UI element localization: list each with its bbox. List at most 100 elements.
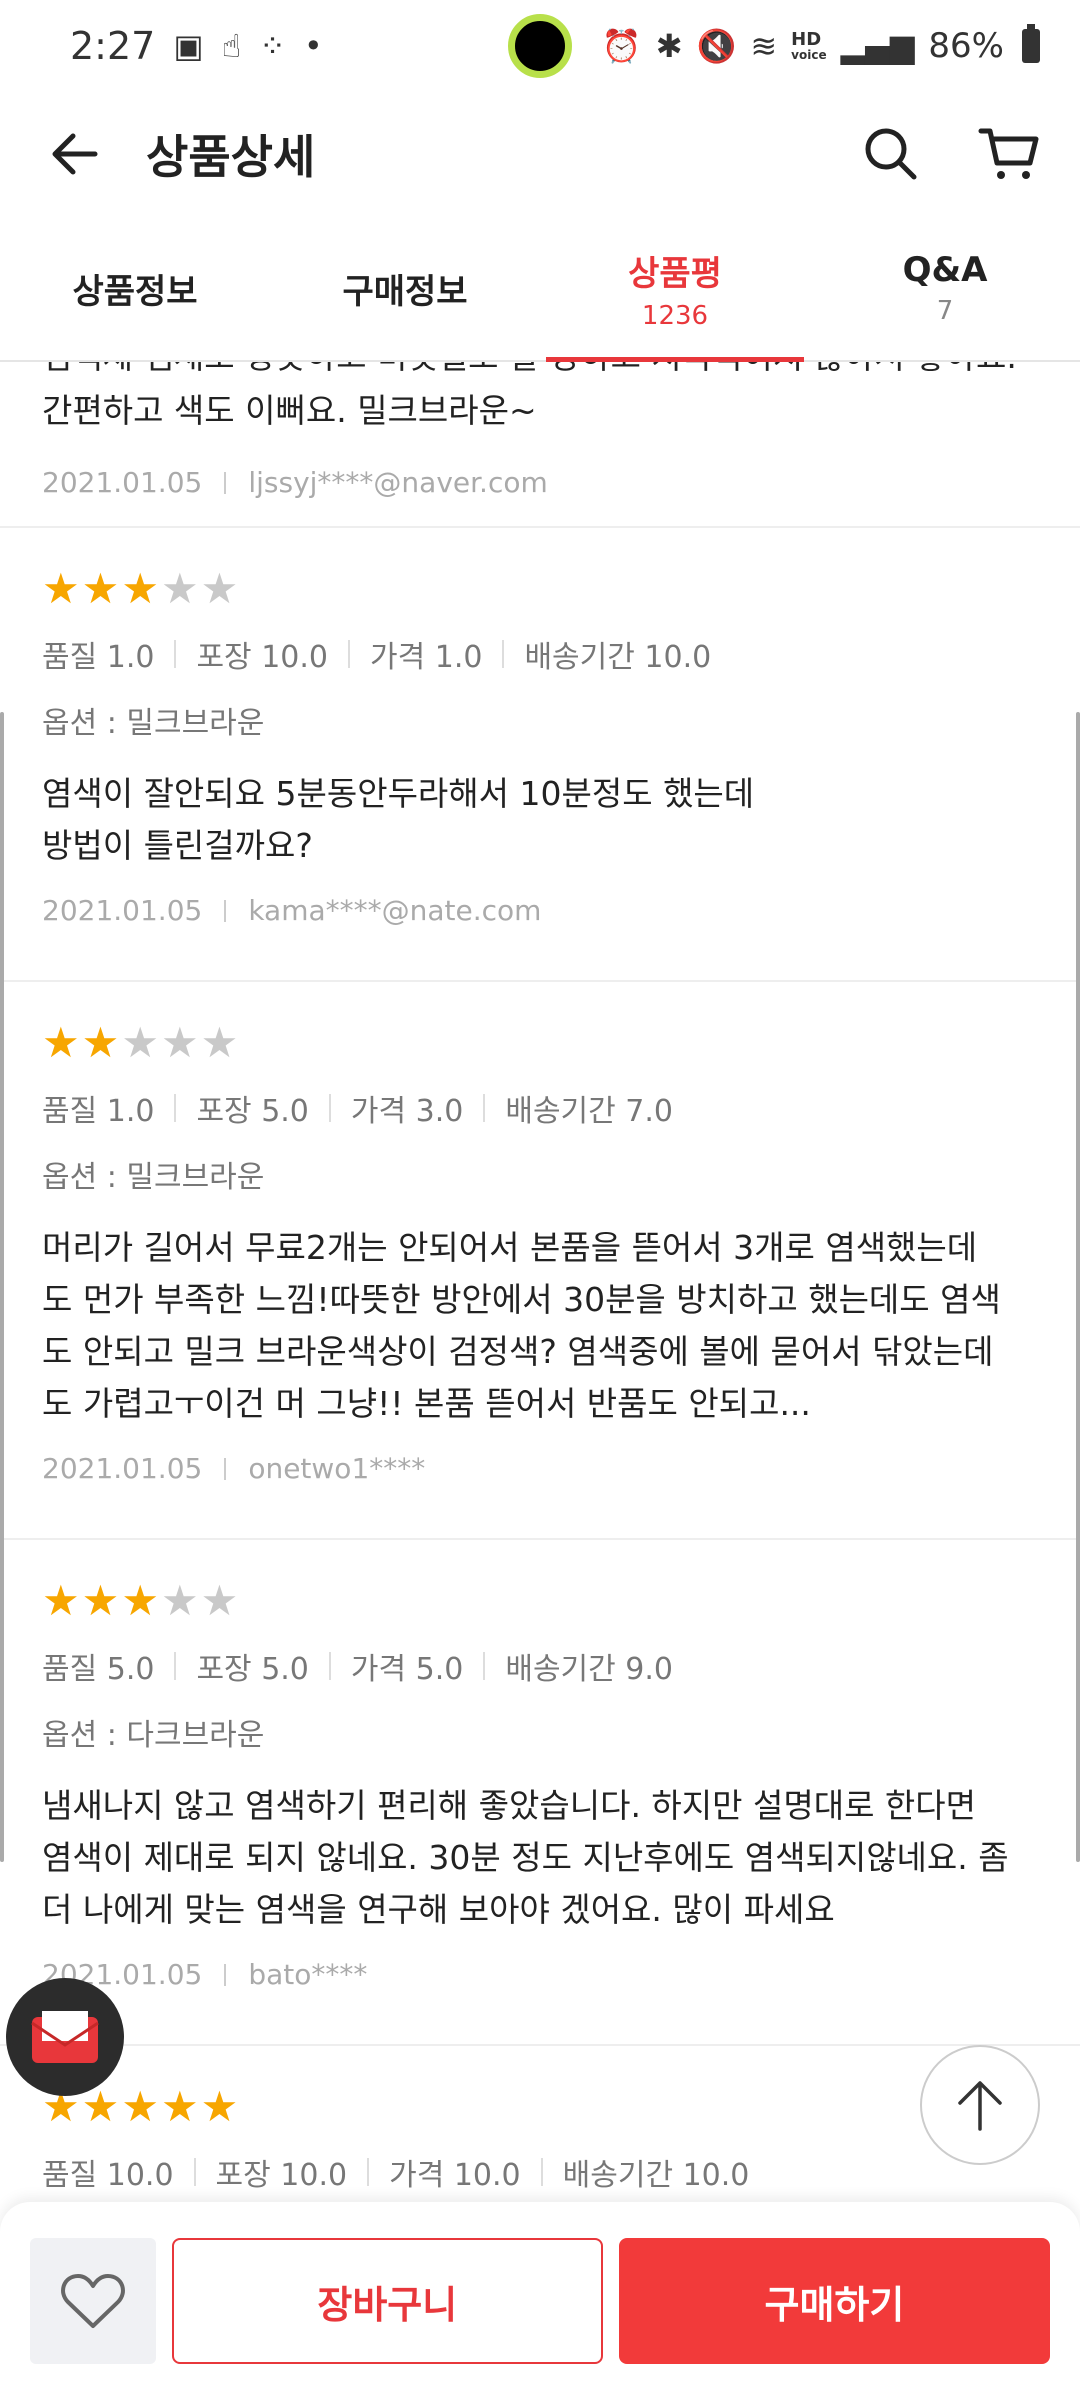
voice-label: voice	[791, 48, 827, 62]
review-date: 2021.01.05	[42, 466, 203, 499]
review-scores: 품질 10.0 포장 10.0 가격 10.0 배송기간 10.0	[42, 2150, 1038, 2194]
alarm-icon: ⏰	[601, 27, 642, 65]
score-price: 가격 1.0	[370, 640, 483, 675]
review-list[interactable]: 염색제 냄새도 향긋하고 비닛열도 잘 당하고 지극적이지 않아서 좋아요. 간…	[0, 362, 1080, 2202]
hd-label: HD	[791, 29, 822, 50]
score-packaging: 포장 10.0	[196, 640, 328, 675]
wifi-icon: ≋	[750, 27, 778, 65]
review-user: ljssyj****@naver.com	[248, 466, 548, 499]
bluetooth-icon: ✱	[655, 27, 683, 65]
star-filled-icon: ★	[42, 1018, 80, 1067]
review-text-line: 방법이 틀린걸까요?	[42, 826, 313, 865]
tab-product-info[interactable]: 상품정보	[0, 216, 270, 360]
divider	[174, 1094, 177, 1122]
signal-icon: ▂▄▆	[840, 27, 915, 65]
page-title: 상품상세	[146, 130, 316, 184]
score-delivery: 배송기간 9.0	[505, 1652, 674, 1687]
review-option: 옵션 : 밀크브라운	[42, 1160, 265, 1195]
cart-button[interactable]	[978, 123, 1040, 185]
review-meta: 2021.01.05 kama****@nate.com	[42, 894, 1038, 927]
review-date: 2021.01.05	[42, 1452, 203, 1485]
star-empty-icon: ★	[200, 1576, 239, 1625]
divider	[367, 2158, 370, 2186]
divider	[483, 1652, 486, 1680]
star-filled-icon: ★	[200, 2082, 239, 2131]
tab-label: Q&A	[902, 250, 988, 290]
score-packaging: 포장 5.0	[196, 1652, 309, 1687]
divider	[174, 1652, 177, 1680]
divider	[328, 1652, 331, 1680]
review-item: ★ ★ ★ ★ ★ 품질 10.0 포장 10.0 가격 10.0 배송기간 10.0	[0, 2046, 1080, 2202]
arrow-up-icon	[958, 2081, 1002, 2131]
battery-icon	[1022, 24, 1040, 63]
review-date: 2021.01.05	[42, 894, 203, 927]
tab-label: 구매정보	[342, 271, 468, 312]
notification-icon: ☝	[221, 27, 242, 65]
tab-bar: 상품정보 구매정보 상품평 1236 Q&A 7	[0, 216, 1080, 362]
review-option: 옵션 : 밀크브라운	[42, 706, 265, 741]
left-edge-indicator	[0, 712, 4, 1862]
review-text-line: 머리가 길어서 무료2개는 안되어서 본품을 뜯어서 3개로 염색했는데	[42, 1228, 978, 1267]
review-item: ★ ★ ★ ★ ★ 품질 1.0 포장 10.0 가격 1.0 배송기간 10.0 옵션…	[0, 528, 1080, 982]
cart-icon	[978, 128, 1039, 179]
buy-now-button[interactable]: 구매하기	[618, 2238, 1050, 2364]
star-empty-icon: ★	[200, 564, 239, 613]
tab-label: 상품정보	[72, 271, 198, 312]
score-delivery: 배송기간 7.0	[505, 1094, 674, 1129]
review-text: 머리가 길어서 무료2개는 안되어서 본품을 뜯어서 3개로 염색했는데 도 먼…	[42, 1222, 1038, 1430]
star-filled-icon: ★	[81, 1018, 120, 1067]
star-rating: ★ ★ ★ ★ ★	[42, 568, 1038, 610]
star-empty-icon: ★	[160, 1576, 199, 1625]
status-bar: 2:27 ▣ ☝ ⁘ • ⏰ ✱ 🔇 ≋ HD voice ▂▄▆ 86%	[0, 0, 1080, 92]
review-meta: 2021.01.05 ljssyj****@naver.com	[42, 466, 1038, 499]
star-filled-icon: ★	[81, 2082, 120, 2131]
review-user: onetwo1****	[248, 1452, 426, 1485]
scroll-to-top-button[interactable]	[920, 2045, 1040, 2165]
score-packaging: 포장 5.0	[196, 1094, 309, 1129]
mail-icon	[31, 2011, 99, 2063]
tab-reviews[interactable]: 상품평 1236	[540, 216, 810, 362]
hd-voice-icon: HD voice	[791, 29, 827, 62]
divider	[193, 2158, 196, 2186]
score-price: 가격 10.0	[389, 2158, 521, 2193]
review-meta: 2021.01.05 bato****	[42, 1958, 1038, 1991]
divider	[224, 899, 227, 922]
divider	[483, 1094, 486, 1122]
star-rating: ★ ★ ★ ★ ★	[42, 1580, 1038, 1622]
notification-icon: ⁘	[259, 27, 286, 65]
wishlist-button[interactable]	[30, 2238, 156, 2364]
battery-percent: 86%	[928, 26, 1004, 66]
star-filled-icon: ★	[160, 2082, 199, 2131]
review-user: kama****@nate.com	[248, 894, 542, 927]
tab-purchase-info[interactable]: 구매정보	[270, 216, 540, 360]
review-item: 염색제 냄새도 향긋하고 비닛열도 잘 당하고 지극적이지 않아서 좋아요. 간…	[0, 362, 1080, 528]
divider	[174, 640, 177, 668]
divider	[224, 1457, 227, 1480]
divider	[348, 640, 350, 668]
back-button[interactable]	[40, 119, 110, 189]
score-delivery: 배송기간 10.0	[524, 640, 712, 675]
review-text-line: 염색이 잘안되요 5분동안두라해서 10분정도 했는데	[42, 774, 755, 813]
search-icon	[865, 128, 917, 180]
tab-qna[interactable]: Q&A 7	[810, 216, 1080, 360]
review-text-line: 도 안되고 밀크 브라운색상이 검정색? 염색중에 볼에 묻어서 닦았는데	[42, 1332, 994, 1371]
purchase-bar: 장바구니 구매하기	[0, 2202, 1080, 2400]
review-item: ★ ★ ★ ★ ★ 품질 5.0 포장 5.0 가격 5.0 배송기간 9.0 옵션 :…	[0, 1540, 1080, 2046]
review-text: 염색이 잘안되요 5분동안두라해서 10분정도 했는데 방법이 틀린걸까요?	[42, 768, 1038, 872]
message-button[interactable]	[6, 1978, 124, 2096]
review-text-line: 더 나에게 맞는 염색을 연구해 보아야 겠어요. 많이 파세요	[42, 1890, 835, 1929]
tab-count: 7	[936, 296, 954, 326]
divider	[224, 1963, 227, 1986]
divider	[502, 640, 505, 668]
review-user: bato****	[248, 1958, 368, 1991]
search-button[interactable]	[860, 123, 922, 185]
star-filled-icon: ★	[42, 564, 80, 613]
review-meta: 2021.01.05 onetwo1****	[42, 1452, 1038, 1485]
review-option: 옵션 : 다크브라운	[42, 1718, 265, 1753]
star-empty-icon: ★	[121, 1018, 159, 1067]
add-to-cart-button[interactable]: 장바구니	[171, 2238, 603, 2364]
star-filled-icon: ★	[121, 1576, 159, 1625]
score-quality: 품질 10.0	[42, 2158, 174, 2193]
review-scores: 품질 5.0 포장 5.0 가격 5.0 배송기간 9.0	[42, 1644, 1038, 1688]
score-delivery: 배송기간 10.0	[562, 2158, 750, 2193]
